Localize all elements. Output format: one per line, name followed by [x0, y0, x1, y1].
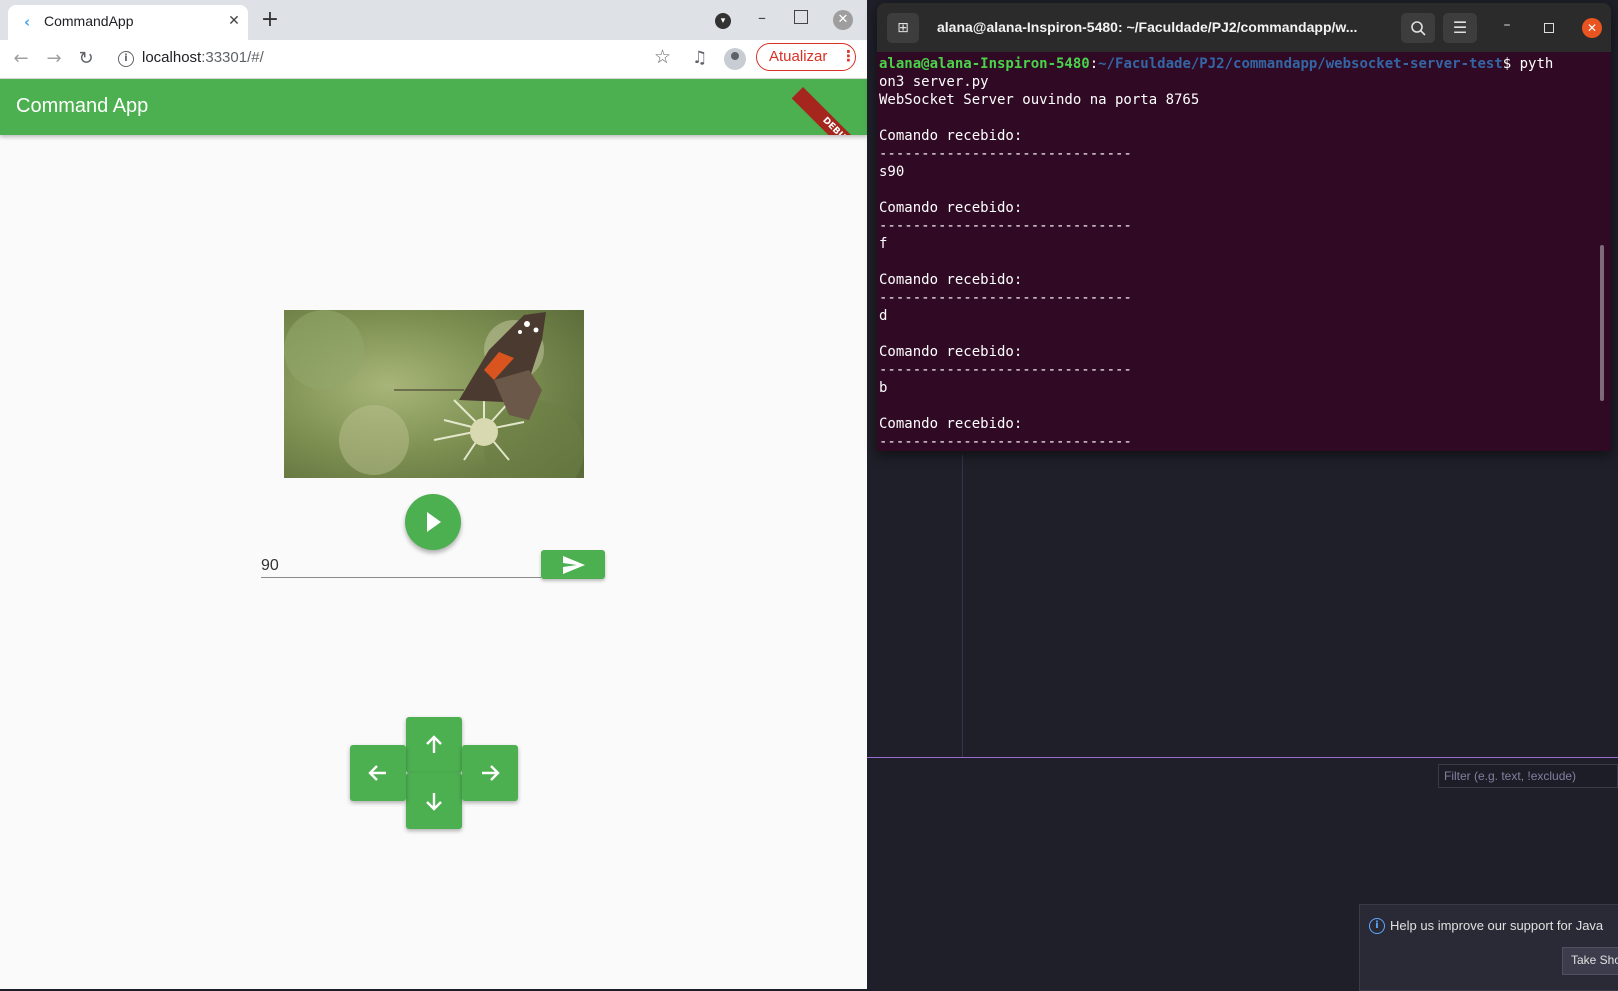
terminal-header: ⊞ alana@alana-Inspiron-5480: ~/Faculdade… [877, 3, 1611, 52]
url-host: localhost [142, 49, 202, 66]
arrow-right-button[interactable] [462, 745, 518, 801]
prompt-user: alana@alana-Inspiron-5480 [879, 56, 1090, 72]
minimize-button[interactable]: – [752, 8, 772, 28]
prompt-separator: : [1089, 56, 1099, 72]
send-icon [563, 556, 585, 574]
terminal-line: d [879, 308, 888, 324]
terminal-title: alana@alana-Inspiron-5480: ~/Faculdade/P… [937, 19, 1358, 35]
tab-title: CommandApp [44, 13, 134, 29]
reload-button[interactable]: ↻ [74, 47, 98, 71]
flutter-favicon-icon: ‹ [24, 13, 31, 31]
terminal-line: Comando recebido: [879, 128, 1023, 144]
forward-button[interactable]: → [42, 47, 66, 71]
debug-banner: DEBUG [791, 87, 867, 135]
update-button[interactable]: Atualizar ⋮ [756, 43, 856, 71]
prompt-command: $ pyth [1502, 56, 1554, 72]
bookmark-star-icon[interactable]: ☆ [654, 46, 671, 68]
terminal-line: Comando recebido: [879, 344, 1023, 360]
play-button[interactable] [405, 494, 461, 550]
url-path: :33301/#/ [201, 49, 264, 66]
back-button[interactable]: ← [9, 47, 33, 71]
profile-avatar[interactable] [724, 48, 746, 70]
java-support-notification: i Help us improve our support for Java T… [1359, 904, 1618, 991]
tab-close-icon[interactable]: ✕ [224, 11, 244, 31]
terminal-line: Comando recebido: [879, 272, 1023, 288]
terminal-minimize-button[interactable]: – [1497, 17, 1517, 37]
terminal-maximize-button[interactable] [1544, 23, 1554, 33]
arrow-right-icon [482, 765, 500, 781]
tab-search-dropdown-icon[interactable]: ▾ [715, 13, 731, 29]
terminal-window[interactable]: ⊞ alana@alana-Inspiron-5480: ~/Faculdade… [877, 3, 1611, 451]
terminal-line: WebSocket Server ouvindo na porta 8765 [879, 92, 1200, 108]
more-menu-icon[interactable]: ⋮ [841, 47, 856, 65]
arrow-left-icon [368, 765, 386, 781]
terminal-search-button[interactable] [1401, 13, 1435, 43]
terminal-line: Comando recebido: [879, 200, 1023, 216]
search-icon [1411, 21, 1426, 36]
terminal-prompt-line: alana@alana-Inspiron-5480:~/Faculdade/PJ… [879, 56, 1553, 72]
update-label: Atualizar [769, 48, 828, 65]
butterfly-photo [284, 310, 584, 478]
terminal-line: ------------------------------ [879, 218, 1132, 234]
arrow-down-icon [426, 793, 442, 811]
play-icon [427, 512, 441, 532]
site-info-icon[interactable]: i [118, 51, 134, 67]
filter-input[interactable]: Filter (e.g. text, !exclude) [1438, 764, 1618, 788]
arrow-down-button[interactable] [406, 773, 462, 829]
terminal-output[interactable]: alana@alana-Inspiron-5480:~/Faculdade/PJ… [879, 54, 1595, 451]
prompt-path: ~/Faculdade/PJ2/commandapp/websocket-ser… [1098, 56, 1503, 72]
command-input[interactable]: 90 [261, 555, 541, 578]
arrow-up-button[interactable] [406, 717, 462, 773]
terminal-line: ------------------------------ [879, 362, 1132, 378]
send-button[interactable] [541, 550, 605, 579]
terminal-line: s90 [879, 164, 905, 180]
browser-toolbar: ← → ↻ i localhost:33301/#/ ☆ ♫ Atualizar… [0, 40, 867, 79]
ide-sidebar-divider [962, 455, 963, 757]
info-icon: i [1369, 918, 1385, 934]
command-input-value: 90 [261, 557, 279, 574]
media-control-icon[interactable]: ♫ [692, 48, 707, 68]
terminal-line: on3 server.py [879, 74, 989, 90]
terminal-new-tab-icon[interactable]: ⊞ [887, 13, 919, 43]
close-window-button[interactable]: ✕ [833, 10, 853, 30]
take-survey-label: Take Sho [1571, 953, 1618, 967]
address-bar[interactable]: localhost:33301/#/ [142, 49, 264, 66]
app-title: Command App [16, 95, 149, 117]
terminal-close-button[interactable]: ✕ [1582, 18, 1602, 38]
maximize-button[interactable] [794, 10, 808, 24]
terminal-line: ------------------------------ [879, 434, 1132, 450]
terminal-line: ------------------------------ [879, 290, 1132, 306]
terminal-scrollbar[interactable] [1600, 245, 1604, 401]
ide-panel-divider[interactable] [867, 757, 1618, 758]
browser-window: ‹ CommandApp ✕ + ▾ – ✕ ← → ↻ i localhost… [0, 0, 867, 989]
terminal-line: b [879, 380, 888, 396]
take-survey-button[interactable]: Take Sho [1562, 947, 1618, 975]
terminal-line: Comando recebido: [879, 416, 1023, 432]
terminal-menu-icon[interactable]: ☰ [1443, 13, 1477, 43]
app-bar: Command App DEBUG [0, 79, 867, 135]
arrow-left-button[interactable] [350, 745, 406, 801]
terminal-line: f [879, 236, 888, 252]
terminal-line: ------------------------------ [879, 146, 1132, 162]
browser-tab[interactable]: ‹ CommandApp ✕ [8, 5, 248, 40]
notification-text: Help us improve our support for Java [1390, 918, 1604, 933]
new-tab-button[interactable]: + [258, 8, 282, 32]
arrow-up-icon [426, 735, 442, 753]
filter-placeholder: Filter (e.g. text, !exclude) [1444, 769, 1577, 783]
tab-strip: ‹ CommandApp ✕ + ▾ – ✕ [0, 0, 867, 40]
